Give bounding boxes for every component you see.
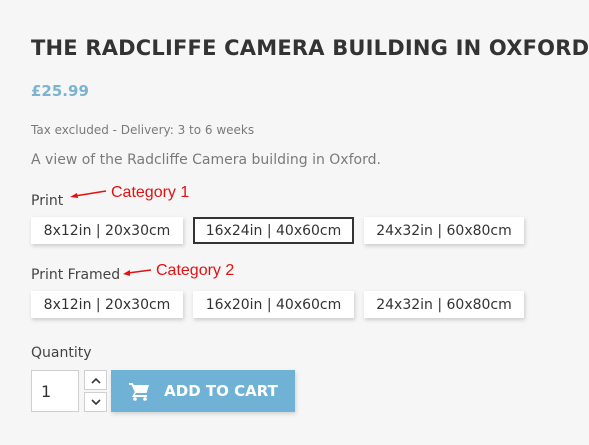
annotation-category-2: Category 2	[122, 262, 234, 280]
variant-group-label-print: Print	[31, 193, 64, 209]
product-price: £25.99	[31, 82, 89, 100]
chevron-up-icon	[90, 377, 101, 384]
annotation-label: Category 1	[111, 184, 190, 201]
product-description: A view of the Radcliffe Camera building …	[31, 152, 381, 168]
quantity-input[interactable]	[31, 370, 79, 412]
annotation-category-1: Category 1	[69, 184, 189, 202]
option-framed-8x12[interactable]: 8x12in | 20x30cm	[31, 291, 183, 318]
option-framed-16x20[interactable]: 16x20in | 40x60cm	[193, 291, 354, 318]
tax-delivery-info: Tax excluded - Delivery: 3 to 6 weeks	[31, 123, 255, 137]
red-arrow-icon	[123, 269, 152, 276]
option-print-8x12[interactable]: 8x12in | 20x30cm	[31, 217, 183, 244]
option-print-16x24-selected[interactable]: 16x24in | 40x60cm	[193, 217, 354, 244]
chevron-down-icon	[90, 398, 101, 405]
annotation-label: Category 2	[156, 262, 235, 279]
quantity-label: Quantity	[31, 345, 92, 361]
option-framed-24x32[interactable]: 24x32in | 60x80cm	[364, 291, 524, 318]
variant-group-label-print-framed: Print Framed	[31, 267, 121, 283]
red-arrow-icon	[70, 190, 107, 198]
option-print-24x32[interactable]: 24x32in | 60x80cm	[364, 217, 524, 244]
product-title: THE RADCLIFFE CAMERA BUILDING IN OXFORD	[31, 36, 589, 60]
quantity-decrease-button[interactable]	[84, 392, 107, 412]
quantity-increase-button[interactable]	[84, 370, 107, 390]
shopping-cart-icon	[129, 383, 150, 401]
add-to-cart-button[interactable]: ADD TO CART	[111, 370, 295, 412]
add-to-cart-label: ADD TO CART	[164, 382, 278, 400]
